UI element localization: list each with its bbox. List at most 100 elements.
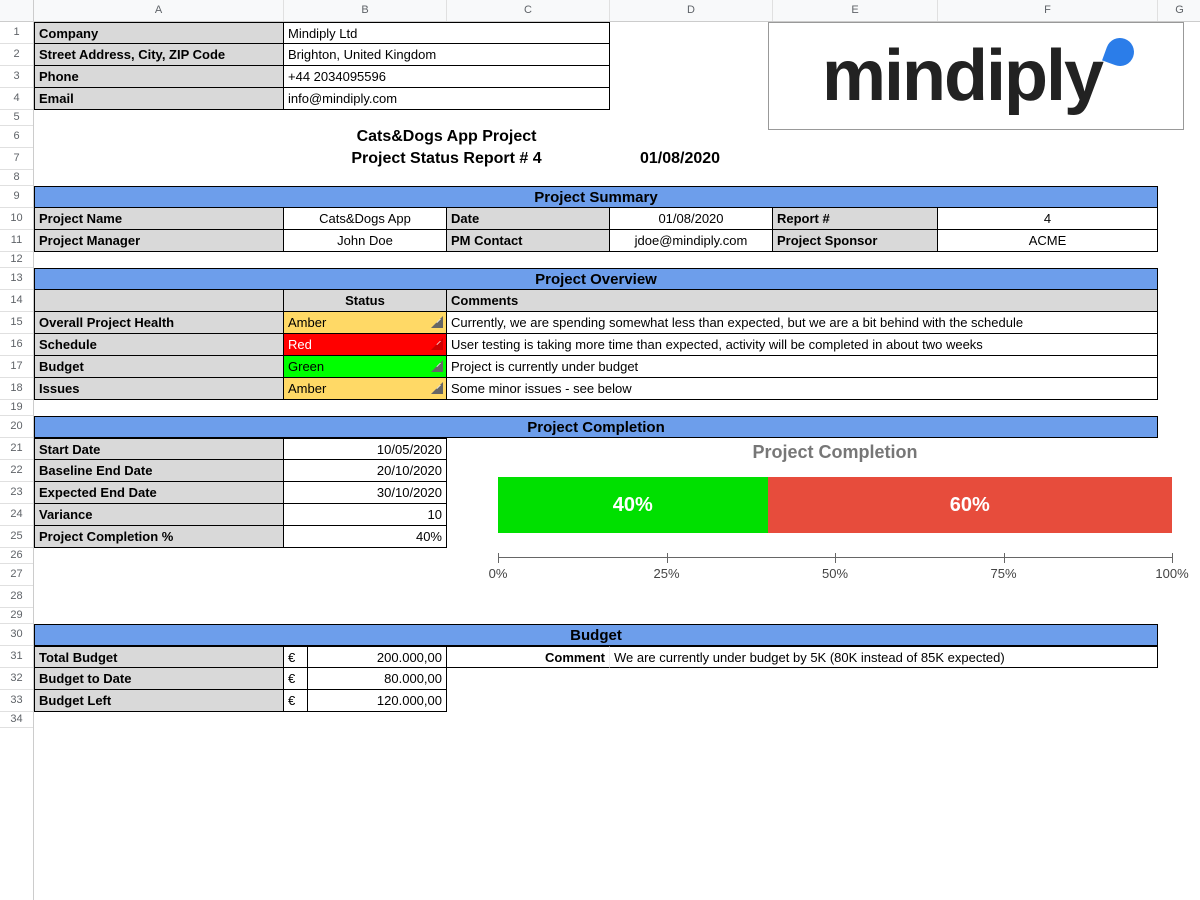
row-header[interactable]: 15 <box>0 312 33 334</box>
overview-label[interactable]: Overall Project Health <box>34 312 284 334</box>
value-date[interactable]: 01/08/2020 <box>610 208 773 230</box>
section-project-summary[interactable]: Project Summary <box>34 186 1158 208</box>
completion-label[interactable]: Start Date <box>34 438 284 460</box>
row-header[interactable]: 11 <box>0 230 33 252</box>
budget-value[interactable]: 80.000,00 <box>308 668 447 690</box>
cell[interactable] <box>34 252 1200 268</box>
budget-comment-label[interactable]: Comment <box>447 646 610 668</box>
row-header[interactable]: 16 <box>0 334 33 356</box>
project-title[interactable]: Cats&Dogs App Project <box>284 126 610 148</box>
spreadsheet-grid[interactable]: Company Mindiply Ltd Street Address, Cit… <box>34 22 1200 728</box>
row-header[interactable]: 3 <box>0 66 33 88</box>
row-header[interactable]: 33 <box>0 690 33 712</box>
completion-value[interactable]: 40% <box>284 526 447 548</box>
budget-label[interactable]: Budget to Date <box>34 668 284 690</box>
row-header[interactable]: 5 <box>0 110 33 126</box>
col-header[interactable]: G <box>1158 0 1200 21</box>
row-header[interactable]: 30 <box>0 624 33 646</box>
row-header[interactable]: 28 <box>0 586 33 608</box>
row-header[interactable]: 2 <box>0 44 33 66</box>
status-dropdown[interactable]: Red <box>284 334 447 356</box>
section-budget[interactable]: Budget <box>34 624 1158 646</box>
label-pm-contact[interactable]: PM Contact <box>447 230 610 252</box>
chevron-down-icon[interactable] <box>431 316 443 328</box>
budget-value[interactable]: 120.000,00 <box>308 690 447 712</box>
budget-comment[interactable]: We are currently under budget by 5K (80K… <box>610 646 1158 668</box>
overview-label[interactable]: Budget <box>34 356 284 378</box>
cell[interactable] <box>34 712 1200 728</box>
col-header[interactable]: A <box>34 0 284 21</box>
row-header[interactable]: 26 <box>0 548 33 564</box>
row-header[interactable]: 9 <box>0 186 33 208</box>
label-sponsor[interactable]: Project Sponsor <box>773 230 938 252</box>
overview-header-status[interactable]: Status <box>284 290 447 312</box>
label-date[interactable]: Date <box>447 208 610 230</box>
row-header[interactable]: 29 <box>0 608 33 624</box>
col-header[interactable]: E <box>773 0 938 21</box>
row-header[interactable]: 22 <box>0 460 33 482</box>
row-header[interactable]: 17 <box>0 356 33 378</box>
chevron-down-icon[interactable] <box>431 360 443 372</box>
row-header[interactable]: 8 <box>0 170 33 186</box>
chevron-down-icon[interactable] <box>431 382 443 394</box>
budget-label[interactable]: Total Budget <box>34 646 284 668</box>
row-header[interactable]: 27 <box>0 564 33 586</box>
label-email[interactable]: Email <box>34 88 284 110</box>
row-header[interactable]: 21 <box>0 438 33 460</box>
value-email[interactable]: info@mindiply.com <box>284 88 610 110</box>
completion-label[interactable]: Baseline End Date <box>34 460 284 482</box>
status-dropdown[interactable]: Amber <box>284 312 447 334</box>
budget-value[interactable]: 200.000,00 <box>308 646 447 668</box>
cell[interactable] <box>34 400 1200 416</box>
label-project-name[interactable]: Project Name <box>34 208 284 230</box>
section-project-overview[interactable]: Project Overview <box>34 268 1158 290</box>
completion-value[interactable]: 30/10/2020 <box>284 482 447 504</box>
cell[interactable] <box>610 88 773 110</box>
row-header[interactable]: 23 <box>0 482 33 504</box>
overview-comment[interactable]: Currently, we are spending somewhat less… <box>447 312 1158 334</box>
completion-label[interactable]: Expected End Date <box>34 482 284 504</box>
budget-currency[interactable]: € <box>284 668 308 690</box>
label-address[interactable]: Street Address, City, ZIP Code <box>34 44 284 66</box>
cell[interactable] <box>34 170 1200 186</box>
value-project-name[interactable]: Cats&Dogs App <box>284 208 447 230</box>
overview-header-blank[interactable] <box>34 290 284 312</box>
value-company[interactable]: Mindiply Ltd <box>284 22 610 44</box>
col-header[interactable]: B <box>284 0 447 21</box>
value-report-num[interactable]: 4 <box>938 208 1158 230</box>
row-header[interactable]: 4 <box>0 88 33 110</box>
row-header[interactable]: 18 <box>0 378 33 400</box>
row-header[interactable]: 1 <box>0 22 33 44</box>
row-header[interactable]: 32 <box>0 668 33 690</box>
chevron-down-icon[interactable] <box>431 338 443 350</box>
row-header[interactable]: 6 <box>0 126 33 148</box>
label-pm[interactable]: Project Manager <box>34 230 284 252</box>
overview-comment[interactable]: User testing is taking more time than ex… <box>447 334 1158 356</box>
row-header[interactable]: 34 <box>0 712 33 728</box>
col-header[interactable]: F <box>938 0 1158 21</box>
cell[interactable] <box>34 126 284 148</box>
row-header[interactable]: 19 <box>0 400 33 416</box>
row-header[interactable]: 20 <box>0 416 33 438</box>
overview-label[interactable]: Schedule <box>34 334 284 356</box>
overview-comment[interactable]: Some minor issues - see below <box>447 378 1158 400</box>
label-company[interactable]: Company <box>34 22 284 44</box>
cell[interactable] <box>610 44 773 66</box>
section-project-completion[interactable]: Project Completion <box>34 416 1158 438</box>
cell[interactable] <box>610 22 773 44</box>
cell[interactable] <box>610 66 773 88</box>
cell[interactable] <box>34 608 1200 624</box>
budget-currency[interactable]: € <box>284 690 308 712</box>
row-header[interactable]: 10 <box>0 208 33 230</box>
row-header[interactable]: 13 <box>0 268 33 290</box>
completion-label[interactable]: Project Completion % <box>34 526 284 548</box>
cell[interactable] <box>34 110 1200 126</box>
report-title[interactable]: Project Status Report # 4 <box>284 148 610 170</box>
row-header[interactable]: 25 <box>0 526 33 548</box>
col-header[interactable]: C <box>447 0 610 21</box>
label-report-num[interactable]: Report # <box>773 208 938 230</box>
row-header[interactable]: 24 <box>0 504 33 526</box>
completion-value[interactable]: 10/05/2020 <box>284 438 447 460</box>
row-header[interactable]: 14 <box>0 290 33 312</box>
cell[interactable] <box>34 148 284 170</box>
